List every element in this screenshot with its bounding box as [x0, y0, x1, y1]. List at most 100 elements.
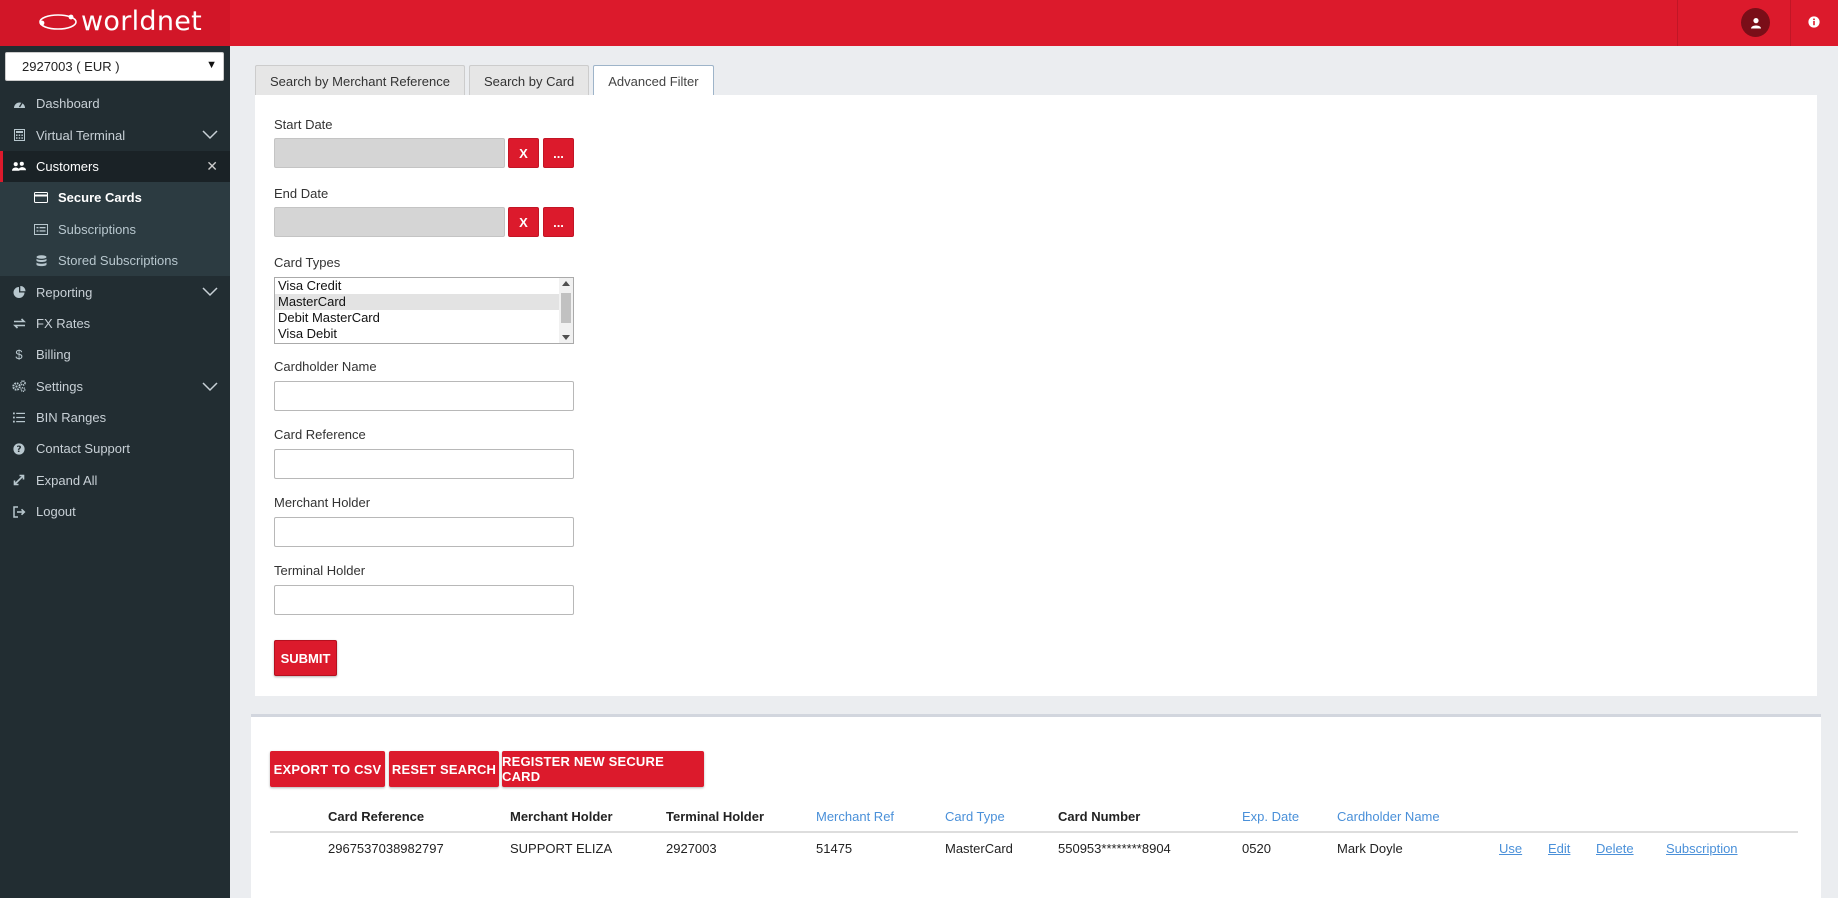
dollar-icon: $ [15, 347, 23, 363]
sidebar-item-logout[interactable]: Logout [0, 496, 230, 527]
start-date-clear-button[interactable]: X [508, 138, 539, 168]
sidebar-item-customers[interactable]: Customers ✕ [0, 150, 230, 183]
sidebar-item-label: FX Rates [36, 315, 91, 331]
tab-advanced-filter[interactable]: Advanced Filter [593, 65, 714, 96]
card-type-option[interactable]: Debit MasterCard [275, 310, 559, 326]
terminal-holder-label: Terminal Holder [274, 563, 366, 578]
credit-card-icon [33, 191, 49, 205]
export-csv-button[interactable]: EXPORT TO CSV [270, 751, 385, 787]
advanced-filter-panel: Start Date X ... End Date X ... Card Typ… [255, 95, 1817, 696]
sidebar-item-reporting[interactable]: Reporting [0, 276, 230, 307]
sidebar-item-label: Settings [36, 378, 83, 394]
column-header-card-number: Card Number [1058, 809, 1141, 824]
brand-name: worldnet [81, 5, 203, 37]
sidebar-item-virtual-terminal[interactable]: Virtual Terminal [0, 119, 230, 150]
submit-button[interactable]: SUBMIT [274, 640, 337, 676]
start-date-input[interactable] [274, 138, 505, 168]
list-alt-icon [33, 222, 49, 236]
sidebar-subitem-label: Secure Cards [58, 190, 142, 206]
sidebar: 2927003 ( EUR ) ▼ Dashboard Virtual Term… [0, 46, 230, 898]
chevron-down-icon[interactable] [202, 380, 218, 395]
card-type-option-selected[interactable]: MasterCard [275, 294, 559, 310]
column-header-terminal-holder: Terminal Holder [666, 809, 765, 824]
list-icon [12, 411, 26, 425]
sidebar-item-fx-rates[interactable]: FX Rates [0, 308, 230, 339]
use-link[interactable]: Use [1499, 841, 1522, 856]
scrollbar-thumb[interactable] [561, 293, 571, 323]
card-reference-label: Card Reference [274, 427, 366, 442]
sidebar-item-label: Customers [36, 158, 99, 174]
sidebar-subitem-secure-cards[interactable]: Secure Cards [0, 182, 230, 214]
sidebar-item-contact-support[interactable]: ? Contact Support [0, 433, 230, 464]
sidebar-item-label: Logout [36, 504, 76, 520]
table-header-divider [270, 831, 1798, 833]
end-date-input[interactable] [274, 207, 505, 237]
reset-search-button[interactable]: RESET SEARCH [389, 751, 499, 787]
logout-icon [12, 505, 26, 519]
scroll-up-icon[interactable] [562, 281, 570, 286]
column-header-card-reference: Card Reference [328, 809, 425, 824]
close-icon[interactable]: ✕ [206, 158, 218, 175]
user-menu-button[interactable] [1741, 8, 1770, 37]
sidebar-item-label: Expand All [36, 472, 98, 488]
edit-link[interactable]: Edit [1548, 841, 1570, 856]
merchant-select[interactable]: 2927003 ( EUR ) ▼ [5, 52, 224, 81]
sidebar-item-label: BIN Ranges [36, 410, 107, 426]
card-reference-input[interactable] [274, 449, 574, 479]
end-date-label: End Date [274, 186, 329, 201]
sidebar-subitem-label: Stored Subscriptions [58, 253, 178, 269]
sidebar-subitem-label: Subscriptions [58, 221, 137, 237]
merchant-select-value: 2927003 ( EUR ) [22, 59, 120, 74]
info-button[interactable] [1805, 13, 1823, 31]
database-icon [33, 254, 49, 268]
merchant-holder-input[interactable] [274, 517, 574, 547]
cell-card-number: 550953********8904 [1058, 841, 1171, 856]
end-date-picker-button[interactable]: ... [543, 207, 574, 237]
sidebar-item-label: Reporting [36, 284, 93, 300]
sidebar-subitem-subscriptions[interactable]: Subscriptions [0, 213, 230, 245]
column-header-exp-date[interactable]: Exp. Date [1242, 809, 1299, 824]
subscription-link[interactable]: Subscription [1666, 841, 1738, 856]
start-date-label: Start Date [274, 117, 333, 132]
sidebar-item-dashboard[interactable]: Dashboard [0, 88, 230, 119]
column-header-merchant-ref[interactable]: Merchant Ref [816, 809, 894, 824]
expand-icon [12, 473, 26, 487]
cell-cardholder-name: Mark Doyle [1337, 841, 1403, 856]
search-tabs: Search by Merchant Reference Search by C… [255, 65, 718, 96]
cell-merchant-ref: 51475 [816, 841, 853, 856]
worldnet-logo-icon [38, 12, 78, 32]
cardholder-name-input[interactable] [274, 381, 574, 411]
tab-search-by-merchant-reference[interactable]: Search by Merchant Reference [255, 65, 465, 96]
listbox-scrollbar[interactable] [559, 278, 573, 343]
terminal-holder-input[interactable] [274, 585, 574, 615]
delete-link[interactable]: Delete [1596, 841, 1634, 856]
sidebar-item-billing[interactable]: $ Billing [0, 339, 230, 370]
sidebar-item-expand-all[interactable]: Expand All [0, 465, 230, 496]
sidebar-item-bin-ranges[interactable]: BIN Ranges [0, 402, 230, 433]
card-type-option[interactable]: Visa Credit [275, 278, 559, 294]
merchant-holder-label: Merchant Holder [274, 495, 371, 510]
card-type-option[interactable]: Visa Debit [275, 326, 559, 342]
register-secure-card-button[interactable]: REGISTER NEW SECURE CARD [502, 751, 704, 787]
cardholder-name-label: Cardholder Name [274, 359, 377, 374]
column-header-cardholder-name[interactable]: Cardholder Name [1337, 809, 1440, 824]
chevron-down-icon[interactable] [202, 128, 218, 143]
cogs-icon [12, 379, 26, 393]
scroll-down-icon[interactable] [562, 335, 570, 340]
topbar-divider [1790, 0, 1791, 46]
sidebar-item-label: Billing [36, 347, 71, 363]
column-header-card-type[interactable]: Card Type [945, 809, 1005, 824]
tab-search-by-card[interactable]: Search by Card [468, 65, 590, 96]
column-header-merchant-holder: Merchant Holder [510, 809, 613, 824]
results-panel: EXPORT TO CSV RESET SEARCH REGISTER NEW … [251, 714, 1821, 898]
chart-icon [12, 285, 26, 299]
sidebar-item-settings[interactable]: Settings [0, 371, 230, 402]
logo[interactable]: worldnet [0, 0, 230, 46]
end-date-clear-button[interactable]: X [508, 207, 539, 237]
svg-text:?: ? [16, 445, 21, 455]
start-date-picker-button[interactable]: ... [543, 138, 574, 168]
sidebar-subitem-stored-subscriptions[interactable]: Stored Subscriptions [0, 244, 230, 277]
sidebar-item-label: Contact Support [36, 441, 130, 457]
card-types-listbox[interactable]: Visa Credit MasterCard Debit MasterCard … [274, 277, 574, 344]
chevron-down-icon[interactable] [202, 285, 218, 300]
